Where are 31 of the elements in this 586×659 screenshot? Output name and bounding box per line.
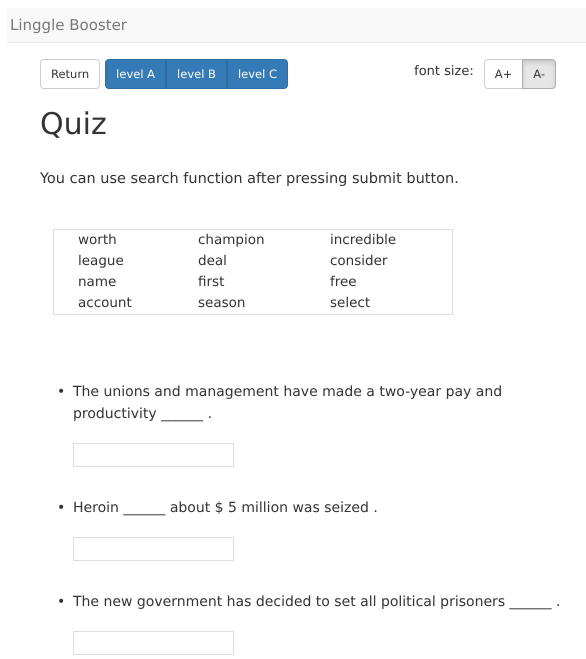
question-text: The new government has decided to set all political prisoners ______ . [73,594,560,610]
word: first [198,274,224,290]
bullet: • [57,593,66,612]
word: worth [78,232,117,248]
question-text: The unions and management have made a two-year pay and productivity ______ . [73,384,502,422]
word: consider [330,253,388,269]
return-button[interactable]: Return [40,59,100,89]
instruction-text: You can use search function after pressing submit button. [40,171,460,187]
answer-field[interactable] [73,631,234,655]
word: season [198,295,246,311]
word: free [330,274,357,290]
page-title: Quiz [40,106,108,144]
word: champion [198,232,265,248]
word: select [330,295,370,311]
word: name [78,274,116,290]
bullet: • [57,499,66,518]
level-button[interactable]: level B [166,59,227,89]
word: deal [198,253,227,269]
brand-title[interactable]: Linggle Booster [10,16,127,34]
bullet: • [57,383,66,402]
level-button[interactable]: level C [226,59,288,89]
answer-field[interactable] [73,443,234,467]
font-size-button[interactable]: A+ [484,59,524,89]
font-size-label: font size: [414,64,474,78]
font-size-button[interactable]: A- [522,59,556,89]
answer-field[interactable] [73,537,234,561]
level-button[interactable]: level A [105,59,166,89]
word: league [78,253,124,269]
word: account [78,295,132,311]
question-text: Heroin ______ about $ 5 million was seized . [73,500,378,516]
word: incredible [330,232,396,248]
